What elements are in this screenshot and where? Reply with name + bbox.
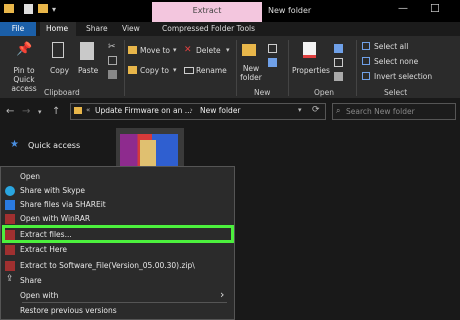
chevron-right-icon: › [220,288,225,301]
open-icon[interactable] [334,44,343,53]
properties-quick-icon[interactable] [24,4,33,14]
paste-icon [80,42,94,60]
group-label-open: Open [314,88,335,97]
chevron-down-icon: ▾ [226,46,230,54]
menu-item-extract-here[interactable]: Extract Here [20,245,67,254]
divider [124,40,125,96]
new-folder-button[interactable]: New folder [240,64,262,82]
easy-access-icon[interactable] [268,58,277,67]
menu-item-open-with-winrar[interactable]: Open with WinRAR [20,214,90,223]
tab-compressed-folder-tools[interactable]: Compressed Folder Tools [162,22,255,36]
winrar-icon [5,214,15,224]
tab-home[interactable]: Home [46,22,68,36]
properties-icon [303,42,316,58]
select-none-icon [362,57,370,65]
menu-item-share-via-shareit[interactable]: Share files via SHAREit [20,200,106,209]
edit-icon[interactable] [334,58,343,67]
chevron-down-icon: ▾ [173,66,177,74]
forward-arrow-icon[interactable]: → [22,106,30,117]
archive-strap [140,140,156,166]
copy-to-icon [128,66,137,74]
copy-path-icon[interactable] [108,56,117,65]
menu-divider [22,302,227,303]
new-item-icon[interactable] [268,44,277,53]
refresh-icon[interactable]: ⟳ [312,105,320,115]
menu-item-share[interactable]: Share [20,276,42,285]
invert-selection-icon [362,72,370,80]
select-all-icon [362,42,370,50]
select-all-button[interactable]: Select all [374,42,408,51]
breadcrumb-item[interactable]: New folder [200,106,241,115]
back-arrow-icon[interactable]: ← [6,106,14,117]
menu-item-open[interactable]: Open [20,172,40,181]
search-icon: ⌕ [336,106,341,115]
tab-view[interactable]: View [122,22,140,36]
skype-icon [5,186,15,196]
delete-button[interactable]: Delete [196,46,221,55]
minimize-button[interactable]: — [398,3,408,14]
rename-icon [184,67,194,74]
group-label-new: New [254,88,271,97]
copy-to-button[interactable]: Copy to [140,66,169,75]
context-tab-label: Extract [192,6,222,15]
recent-locations-icon[interactable]: ▾ [38,108,42,116]
group-label-select: Select [384,88,408,97]
sidebar-item-quick-access[interactable]: Quick access [28,141,80,150]
folder-icon [4,4,14,13]
move-to-button[interactable]: Move to [140,46,170,55]
chevron-right-icon: › [190,106,193,114]
new-folder-icon [242,44,256,56]
pin-icon: 📌 [16,42,33,57]
up-arrow-icon[interactable]: ↑ [52,106,60,117]
paste-button[interactable]: Paste [78,66,98,75]
chevron-down-icon: ▾ [173,46,177,54]
divider [236,40,237,96]
rename-button[interactable]: Rename [196,66,227,75]
cut-icon[interactable]: ✂ [108,42,116,52]
star-icon: ★ [10,139,19,150]
maximize-button[interactable]: ☐ [430,2,440,15]
group-label-clipboard: Clipboard [44,88,80,97]
share-icon: ⇪ [6,274,14,284]
invert-selection-button[interactable]: Invert selection [374,72,432,81]
menu-item-open-with[interactable]: Open with [20,291,58,300]
copy-icon [52,42,64,58]
pin-to-quick-access-button[interactable]: Pin to Quick access [2,66,46,93]
tab-file[interactable]: File [0,22,36,36]
window-title: New folder [268,6,312,15]
menu-item-extract-to-folder[interactable]: Extract to Software_File(Version_05.00.3… [20,261,195,270]
move-to-icon [128,46,137,54]
divider [356,40,357,96]
shareit-icon [5,200,15,210]
delete-icon: ✕ [184,45,192,55]
copy-button[interactable]: Copy [50,66,69,75]
chevron-down-icon[interactable]: ▾ [298,106,302,114]
properties-button[interactable]: Properties [292,66,330,75]
winrar-icon [5,245,15,255]
select-none-button[interactable]: Select none [374,57,418,66]
tab-share[interactable]: Share [86,22,108,36]
folder-icon [74,107,82,114]
search-placeholder: Search New folder [346,107,415,116]
customize-toolbar-icon[interactable]: ▾ [52,5,56,14]
menu-item-restore-previous-versions[interactable]: Restore previous versions [20,306,117,315]
menu-item-share-with-skype[interactable]: Share with Skype [20,186,85,195]
new-folder-quick-icon[interactable] [38,4,48,13]
paste-shortcut-icon[interactable] [108,70,117,79]
winrar-icon [5,261,15,271]
breadcrumb-item[interactable]: Update Firmware on an ... [95,106,192,115]
highlight-box [2,225,234,243]
breadcrumb-overflow-icon[interactable]: « [86,106,90,114]
divider [288,40,289,96]
history-icon[interactable] [334,72,343,81]
